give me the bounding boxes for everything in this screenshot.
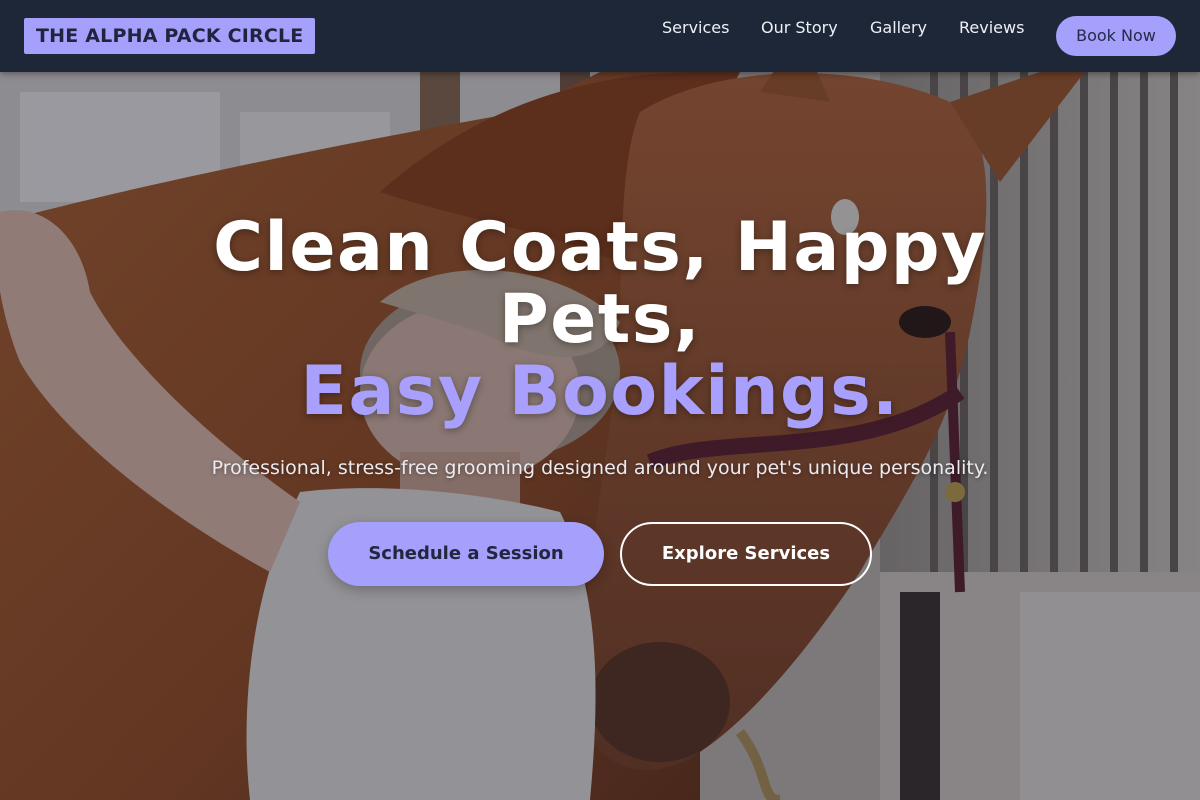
hero-subtitle: Professional, stress-free grooming desig… bbox=[211, 457, 989, 479]
nav-link-our-story[interactable]: Our Story bbox=[761, 17, 838, 39]
nav-link-reviews[interactable]: Reviews bbox=[959, 17, 1024, 39]
hero-section: Clean Coats, Happy Pets, Easy Bookings. … bbox=[0, 72, 1200, 800]
nav-link-services[interactable]: Services bbox=[662, 17, 729, 39]
headline-accent: Easy Bookings. bbox=[300, 352, 900, 431]
site-header: THE ALPHA PACK CIRCLE Services Our Story… bbox=[0, 0, 1200, 72]
book-now-button[interactable]: Book Now bbox=[1056, 16, 1176, 56]
nav-link-gallery[interactable]: Gallery bbox=[870, 17, 927, 39]
hero-dark-overlay bbox=[0, 72, 1200, 800]
brand-logo[interactable]: THE ALPHA PACK CIRCLE bbox=[24, 18, 316, 54]
headline-line-2: Pets, bbox=[498, 280, 702, 359]
hero-headline: Clean Coats, Happy Pets, Easy Bookings. bbox=[100, 212, 1100, 428]
schedule-session-button[interactable]: Schedule a Session bbox=[328, 522, 604, 586]
explore-services-button[interactable]: Explore Services bbox=[620, 522, 872, 586]
headline-line-1: Clean Coats, Happy bbox=[213, 208, 987, 287]
